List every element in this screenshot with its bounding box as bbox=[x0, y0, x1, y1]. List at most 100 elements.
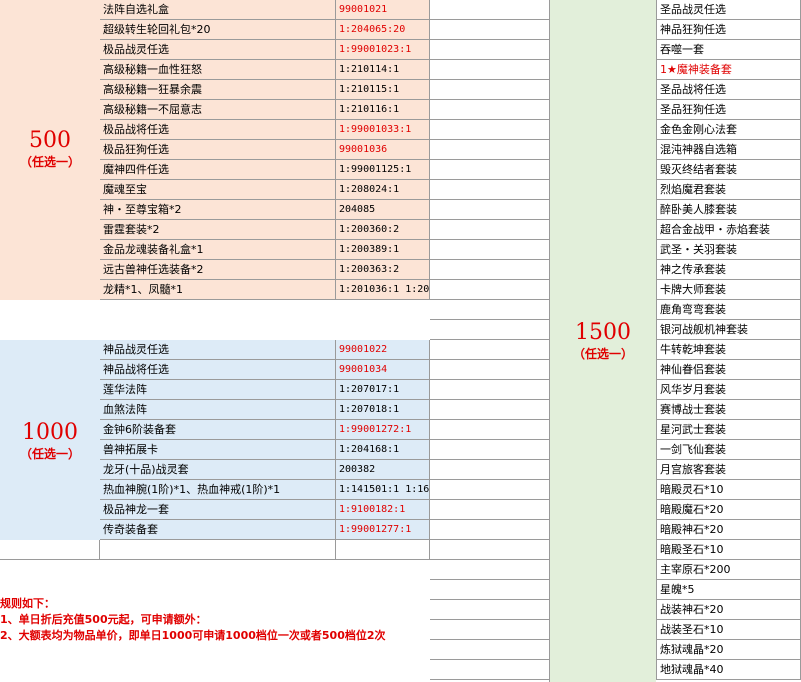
empty-cell bbox=[430, 100, 550, 120]
reward-item-cell: 吞噬一套 bbox=[656, 40, 801, 60]
item-code-cell: 1:99001125:1 bbox=[336, 160, 430, 180]
reward-item-cell: 战装神石*20 bbox=[656, 600, 801, 620]
reward-item-cell: 炼狱魂晶*20 bbox=[656, 640, 801, 660]
empty-cell bbox=[430, 500, 550, 520]
reward-item-cell: 星魄*5 bbox=[656, 580, 801, 600]
empty-cell bbox=[0, 540, 100, 560]
item-code-cell: 1:99001277:1 bbox=[336, 520, 430, 540]
item-code-cell: 99001022 bbox=[336, 340, 430, 360]
item-name-cell: 极品战将任选 bbox=[100, 120, 336, 140]
tier-500-label: 500 （任选一） bbox=[0, 128, 100, 170]
item-name-cell: 莲华法阵 bbox=[100, 380, 336, 400]
item-name-cell: 魔神四件任选 bbox=[100, 160, 336, 180]
reward-item-cell: 赛博战士套装 bbox=[656, 400, 801, 420]
tier-500-amount: 500 bbox=[29, 128, 71, 153]
item-name-cell: 兽神拓展卡 bbox=[100, 440, 336, 460]
item-code-cell: 1:204065:20 bbox=[336, 20, 430, 40]
empty-cell bbox=[430, 120, 550, 140]
rules-title: 规则如下： bbox=[0, 597, 55, 610]
empty-cell bbox=[430, 640, 550, 660]
empty-cell bbox=[430, 40, 550, 60]
empty-cell bbox=[430, 180, 550, 200]
empty-cell bbox=[430, 620, 550, 640]
empty-cell bbox=[430, 160, 550, 180]
reward-item-cell: 烈焰魔君套装 bbox=[656, 180, 801, 200]
reward-item-cell: 牛转乾坤套装 bbox=[656, 340, 801, 360]
item-code-cell: 204085 bbox=[336, 200, 430, 220]
reward-item-cell: 1★魔神装备套 bbox=[656, 60, 801, 80]
item-name-cell: 高级秘籍一不屈意志 bbox=[100, 100, 336, 120]
item-name-cell: 传奇装备套 bbox=[100, 520, 336, 540]
item-name-cell: 神品战灵任选 bbox=[100, 340, 336, 360]
empty-cell bbox=[430, 240, 550, 260]
empty-cell bbox=[100, 540, 336, 560]
tier-1500-note: （任选一） bbox=[572, 347, 633, 361]
reward-item-cell: 武圣・关羽套装 bbox=[656, 240, 801, 260]
reward-item-cell: 地狱魂晶*40 bbox=[656, 660, 801, 680]
item-code-cell: 1:9100182:1 bbox=[336, 500, 430, 520]
item-name-cell: 魔魂至宝 bbox=[100, 180, 336, 200]
item-code-cell: 1:200363:2 bbox=[336, 260, 430, 280]
empty-cell bbox=[430, 20, 550, 40]
item-code-cell: 99001021 bbox=[336, 0, 430, 20]
item-name-cell: 神品战将任选 bbox=[100, 360, 336, 380]
tier-1500-label: 1500 （任选一） bbox=[550, 320, 656, 362]
empty-cell bbox=[430, 280, 550, 300]
empty-cell bbox=[430, 380, 550, 400]
item-code-cell: 1:99001023:1 bbox=[336, 40, 430, 60]
tier-1000-label: 1000 （任选一） bbox=[0, 420, 100, 462]
item-code-cell: 1:200389:1 bbox=[336, 240, 430, 260]
item-code-cell: 1:204168:1 bbox=[336, 440, 430, 460]
empty-cell bbox=[430, 460, 550, 480]
empty-cell bbox=[430, 60, 550, 80]
item-code-cell: 1:210116:1 bbox=[336, 100, 430, 120]
reward-item-cell: 风华岁月套装 bbox=[656, 380, 801, 400]
rules-line-1: 1、单日折后充值500元起，可申请额外： bbox=[0, 613, 207, 626]
reward-item-cell: 银河战舰机神套装 bbox=[656, 320, 801, 340]
empty-cell bbox=[430, 400, 550, 420]
empty-cell bbox=[430, 660, 550, 680]
empty-cell bbox=[430, 540, 550, 560]
reward-item-cell: 月宫旅客套装 bbox=[656, 460, 801, 480]
reward-item-cell: 金色金刚心法套 bbox=[656, 120, 801, 140]
item-name-cell: 龙牙(十品)战灵套 bbox=[100, 460, 336, 480]
empty-cell bbox=[430, 200, 550, 220]
empty-cell bbox=[430, 140, 550, 160]
item-name-cell: 龙精*1、凤髓*1 bbox=[100, 280, 336, 300]
item-code-cell: 1:141501:1 1:161501:1 bbox=[336, 480, 430, 500]
reward-item-cell: 醉卧美人膝套装 bbox=[656, 200, 801, 220]
item-name-cell: 雷霆套装*2 bbox=[100, 220, 336, 240]
reward-item-cell: 主宰原石*200 bbox=[656, 560, 801, 580]
empty-cell bbox=[430, 560, 550, 580]
empty-cell bbox=[430, 480, 550, 500]
reward-item-cell: 混沌神器自选箱 bbox=[656, 140, 801, 160]
rules-section: 规则如下： 1、单日折后充值500元起，可申请额外： 2、大额表均为物品单价，即… bbox=[0, 596, 430, 644]
item-code-cell: 200382 bbox=[336, 460, 430, 480]
item-code-cell: 1:200360:2 bbox=[336, 220, 430, 240]
empty-cell bbox=[430, 320, 550, 340]
item-code-cell: 1:99001272:1 bbox=[336, 420, 430, 440]
reward-item-cell: 暗殿魔石*20 bbox=[656, 500, 801, 520]
reward-item-cell: 暗殿神石*20 bbox=[656, 520, 801, 540]
tier-500-note: （任选一） bbox=[19, 155, 80, 169]
reward-item-cell: 暗殿灵石*10 bbox=[656, 480, 801, 500]
empty-cell bbox=[430, 360, 550, 380]
item-code-cell: 1:208024:1 bbox=[336, 180, 430, 200]
tier-1000-note: （任选一） bbox=[19, 447, 80, 461]
item-name-cell: 极品神龙一套 bbox=[100, 500, 336, 520]
item-code-cell: 1:207017:1 bbox=[336, 380, 430, 400]
reward-item-cell: 神仙眷侣套装 bbox=[656, 360, 801, 380]
item-code-cell: 1:99001033:1 bbox=[336, 120, 430, 140]
reward-item-cell: 毁灭终结者套装 bbox=[656, 160, 801, 180]
item-name-cell: 法阵自选礼盒 bbox=[100, 0, 336, 20]
reward-item-cell: 神品狂狗任选 bbox=[656, 20, 801, 40]
item-name-cell: 金钟6阶装备套 bbox=[100, 420, 336, 440]
reward-item-cell: 圣品战灵任选 bbox=[656, 0, 801, 20]
item-name-cell: 极品战灵任选 bbox=[100, 40, 336, 60]
item-name-cell: 金品龙魂装备礼盒*1 bbox=[100, 240, 336, 260]
empty-cell bbox=[430, 340, 550, 360]
item-code-cell: 1:201036:1 1:201037:1 bbox=[336, 280, 430, 300]
item-code-cell: 99001034 bbox=[336, 360, 430, 380]
rules-line-2: 2、大额表均为物品单价，即单日1000可申请1000档位一次或者500档位2次 bbox=[0, 629, 386, 642]
item-name-cell: 神・至尊宝箱*2 bbox=[100, 200, 336, 220]
